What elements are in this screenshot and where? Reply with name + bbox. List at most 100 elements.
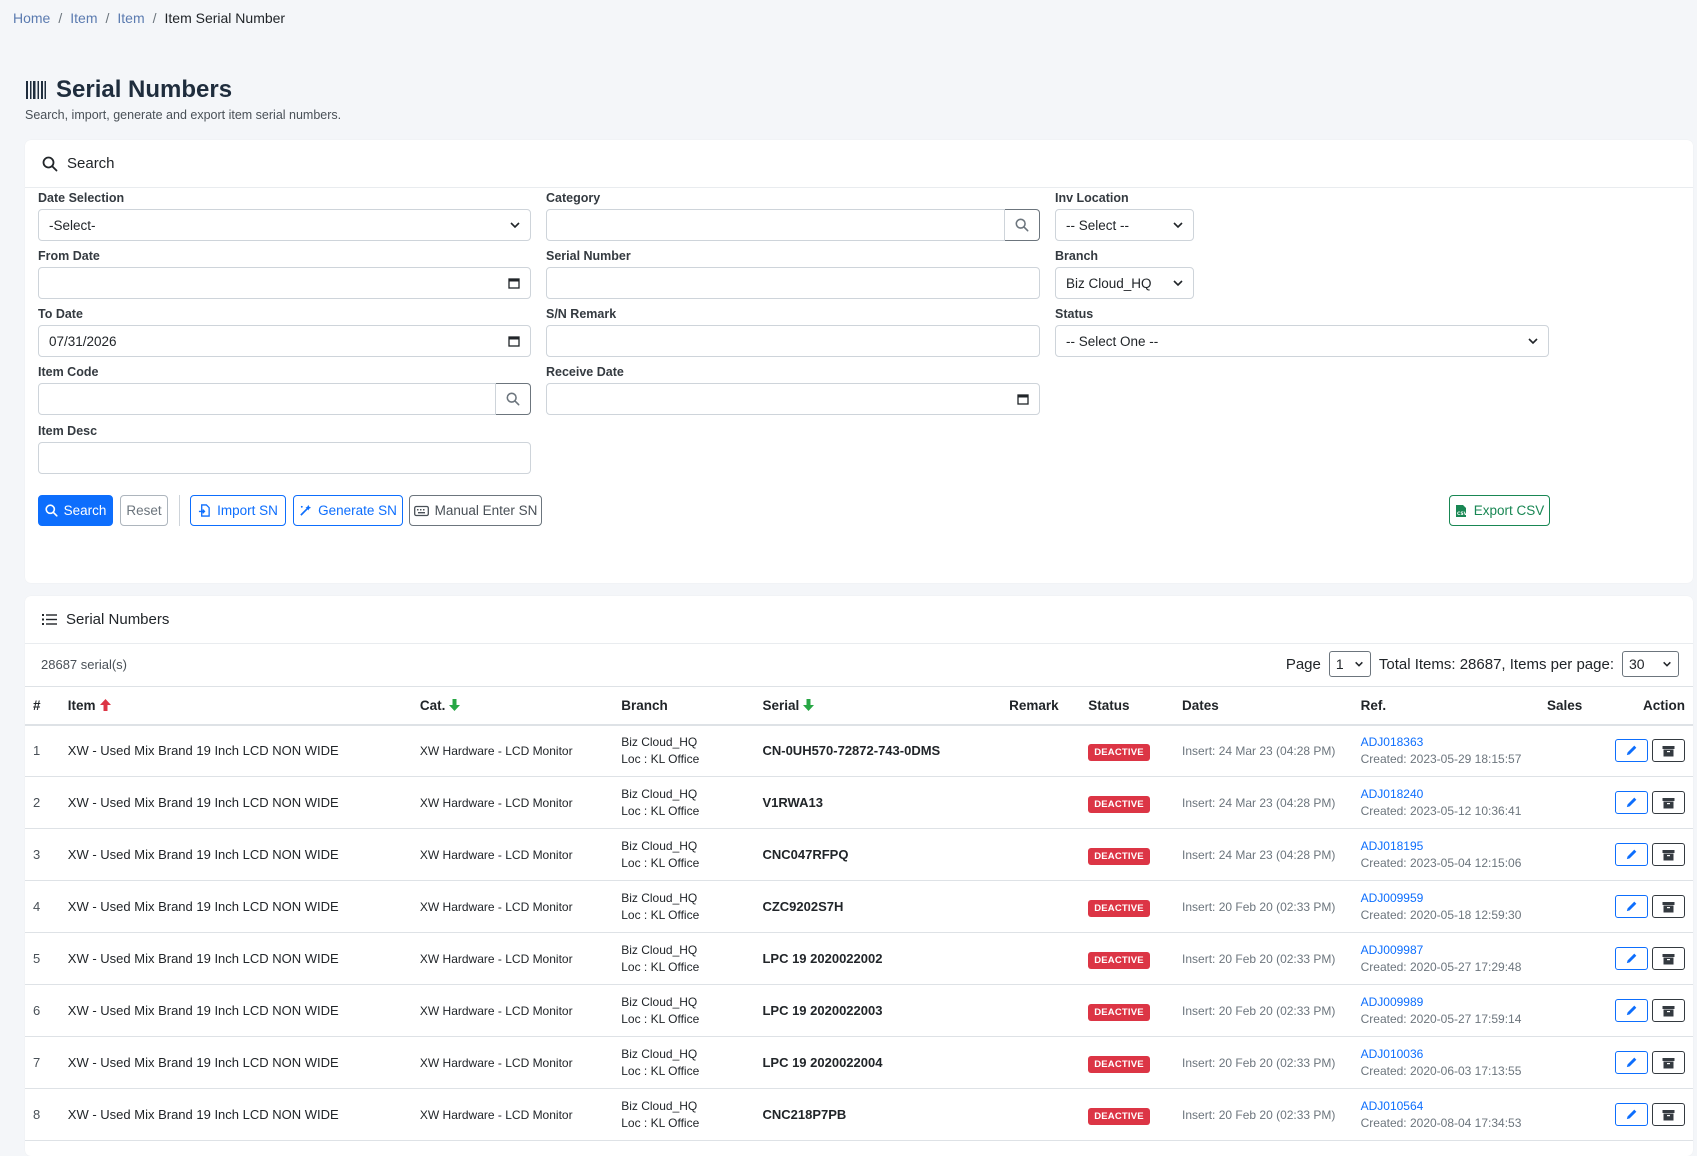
category-field: Category [546,191,1040,241]
archive-button[interactable] [1652,999,1685,1022]
row-sales [1538,984,1603,1037]
table-row[interactable]: 8 XW - Used Mix Brand 19 Inch LCD NON WID… [25,1088,1693,1141]
button-divider [179,495,180,526]
calendar-icon[interactable] [508,277,520,289]
row-number: 2 [25,776,60,829]
ref-link[interactable]: ADJ009989 [1361,995,1424,1009]
row-location: Loc : KL Office [621,855,700,870]
col-dates: Dates [1174,686,1353,726]
date-selection-select[interactable]: -Select- [38,209,531,241]
page-select[interactable]: 1 [1328,651,1371,677]
ref-link[interactable]: ADJ009987 [1361,943,1424,957]
archive-button[interactable] [1652,791,1685,814]
row-branch-name: Biz Cloud_HQ [621,942,698,957]
box-icon [1662,797,1675,808]
status-badge: DEACTIVE [1088,796,1150,813]
row-location: Loc : KL Office [621,803,700,818]
col-serial[interactable]: Serial [754,686,1002,726]
item-code-input[interactable] [38,383,496,415]
edit-button[interactable] [1615,999,1648,1022]
table-row[interactable]: 3 XW - Used Mix Brand 19 Inch LCD NON WID… [25,828,1693,881]
row-branch-name: Biz Cloud_HQ [621,1098,698,1113]
item-desc-label: Item Desc [38,424,98,438]
row-ref: ADJ018195 Created: 2023-05-04 12:15:06 [1352,828,1539,881]
archive-button[interactable] [1652,1051,1685,1074]
table-row[interactable]: 7 XW - Used Mix Brand 19 Inch LCD NON WID… [25,1036,1693,1089]
ref-link[interactable]: ADJ009959 [1361,891,1424,905]
archive-button[interactable] [1652,1103,1685,1126]
breadcrumb-item[interactable]: Item [70,10,97,26]
branch-field: Branch Biz Cloud_HQ [1055,249,1194,299]
page-subtitle: Search, import, generate and export item… [25,108,342,122]
edit-button[interactable] [1615,895,1648,918]
status-badge: DEACTIVE [1088,1108,1150,1125]
table-row[interactable]: 5 XW - Used Mix Brand 19 Inch LCD NON WID… [25,932,1693,985]
item-code-search-button[interactable] [496,383,531,415]
serial-number-input[interactable] [546,267,1040,299]
pencil-icon [1626,797,1637,808]
row-location: Loc : KL Office [621,1063,700,1078]
sn-remark-input[interactable] [546,325,1040,357]
reset-button[interactable]: Reset [120,495,168,526]
total-items-text: Total Items: 28687, Items per page: [1378,655,1614,673]
edit-button[interactable] [1615,843,1648,866]
category-label: Category [546,191,601,205]
row-actions [1602,984,1693,1037]
ref-link[interactable]: ADJ010564 [1361,1099,1424,1113]
category-search-button[interactable] [1005,209,1040,241]
export-csv-button[interactable]: CSV Export CSV [1449,495,1550,526]
row-branch: Biz Cloud_HQ Loc : KL Office [613,1036,755,1089]
calendar-icon[interactable] [508,335,520,347]
col-category[interactable]: Cat. [411,686,614,726]
ref-link[interactable]: ADJ018363 [1361,735,1424,749]
ref-link[interactable]: ADJ010036 [1361,1047,1424,1061]
edit-button[interactable] [1615,1051,1648,1074]
archive-button[interactable] [1652,895,1685,918]
row-created: Created: 2020-05-18 12:59:30 [1360,907,1522,922]
row-actions [1602,880,1693,933]
ref-link[interactable]: ADJ018240 [1361,787,1424,801]
row-branch-name: Biz Cloud_HQ [621,994,698,1009]
row-branch: Biz Cloud_HQ Loc : KL Office [613,1088,755,1141]
branch-select[interactable]: Biz Cloud_HQ [1055,267,1194,299]
row-serial: CZC9202S7H [754,880,1002,933]
inv-location-select[interactable]: -- Select -- [1055,209,1194,241]
calendar-icon[interactable] [1017,393,1029,405]
item-desc-input[interactable] [38,442,531,474]
status-select[interactable]: -- Select One -- [1055,325,1549,357]
receive-date-input[interactable] [546,383,1040,415]
barcode-icon [26,81,46,99]
table-row[interactable]: 2 XW - Used Mix Brand 19 Inch LCD NON WID… [25,776,1693,829]
to-date-input[interactable]: 07/31/2026 [38,325,531,357]
edit-button[interactable] [1615,739,1648,763]
table-row[interactable]: 4 XW - Used Mix Brand 19 Inch LCD NON WID… [25,880,1693,933]
archive-button[interactable] [1652,947,1685,970]
from-date-input[interactable] [38,267,531,299]
manual-enter-sn-button[interactable]: Manual Enter SN [409,495,542,526]
row-ref: ADJ018363 Created: 2023-05-29 18:15:57 [1352,724,1539,777]
receive-date-field: Receive Date [546,365,1040,415]
table-row[interactable]: 1 XW - Used Mix Brand 19 Inch LCD NON WID… [25,724,1693,777]
edit-button[interactable] [1615,1103,1648,1126]
pencil-icon [1626,849,1637,860]
page-label: Page [1285,655,1321,673]
row-location: Loc : KL Office [621,1115,700,1130]
generate-sn-button[interactable]: Generate SN [293,495,403,526]
row-category: XW Hardware - LCD Monitor [411,776,614,829]
row-branch: Biz Cloud_HQ Loc : KL Office [613,828,755,881]
import-sn-button[interactable]: Import SN [190,495,286,526]
category-input[interactable] [546,209,1005,241]
col-item[interactable]: Item [59,686,412,726]
items-per-page-select[interactable]: 30 [1622,651,1679,677]
breadcrumb-home[interactable]: Home [13,10,50,26]
archive-button[interactable] [1652,739,1685,763]
archive-button[interactable] [1652,843,1685,866]
edit-button[interactable] [1615,947,1648,970]
edit-button[interactable] [1615,791,1648,814]
table-row[interactable]: 6 XW - Used Mix Brand 19 Inch LCD NON WID… [25,984,1693,1037]
breadcrumb-item-2[interactable]: Item [117,10,144,26]
ref-link[interactable]: ADJ018195 [1361,839,1424,853]
col-number: # [25,686,60,726]
row-location: Loc : KL Office [621,959,700,974]
search-button[interactable]: Search [38,495,113,526]
